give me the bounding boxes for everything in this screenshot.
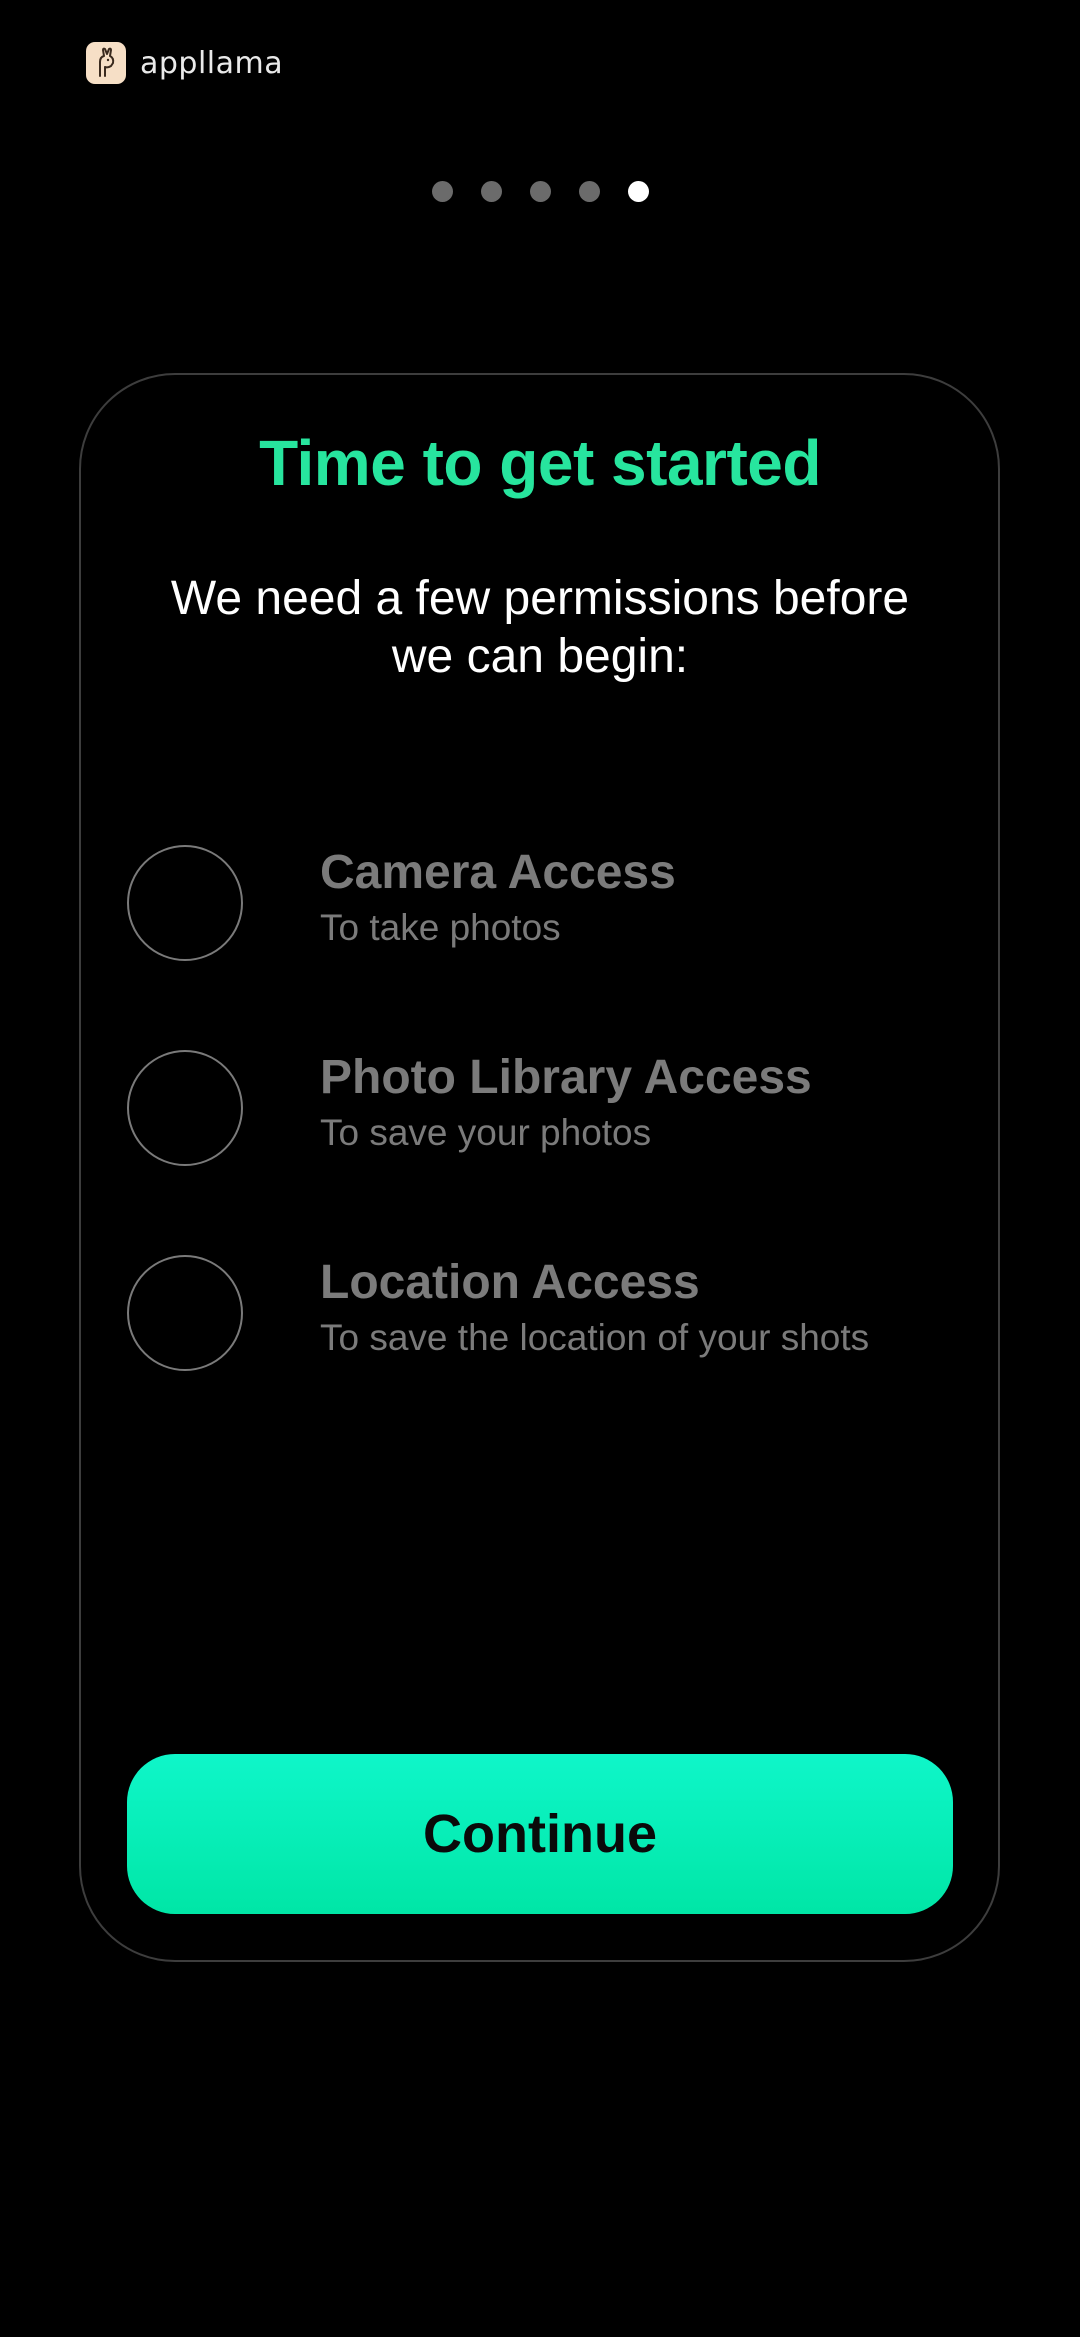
permission-location[interactable]: Location Access To save the location of … — [127, 1255, 947, 1371]
continue-button[interactable]: Continue — [127, 1754, 953, 1914]
permission-title: Camera Access — [320, 846, 676, 899]
brand: appllama — [86, 42, 283, 84]
permission-title: Photo Library Access — [320, 1051, 812, 1104]
photo-library-check-circle[interactable] — [127, 1050, 243, 1166]
llama-icon — [86, 42, 126, 84]
page-dot-4[interactable] — [578, 181, 600, 202]
page-dot-3[interactable] — [529, 181, 551, 202]
page-dot-2[interactable] — [480, 181, 502, 202]
permission-description: To take photos — [320, 907, 561, 948]
card-title: Time to get started — [259, 427, 821, 499]
page-dot-5-active[interactable] — [627, 181, 649, 202]
camera-check-circle[interactable] — [127, 845, 243, 961]
permission-camera[interactable]: Camera Access To take photos — [127, 845, 947, 961]
permission-description: To save your photos — [320, 1112, 652, 1153]
permission-photo-library[interactable]: Photo Library Access To save your photos — [127, 1050, 947, 1166]
permission-description: To save the location of your shots — [320, 1317, 870, 1358]
brand-name: appllama — [140, 45, 284, 81]
page-indicator — [0, 181, 1080, 202]
permission-title: Location Access — [320, 1256, 700, 1309]
page-dot-1[interactable] — [431, 181, 453, 202]
card-subtitle: We need a few permissions before we can … — [170, 572, 910, 683]
location-check-circle[interactable] — [127, 1255, 243, 1371]
